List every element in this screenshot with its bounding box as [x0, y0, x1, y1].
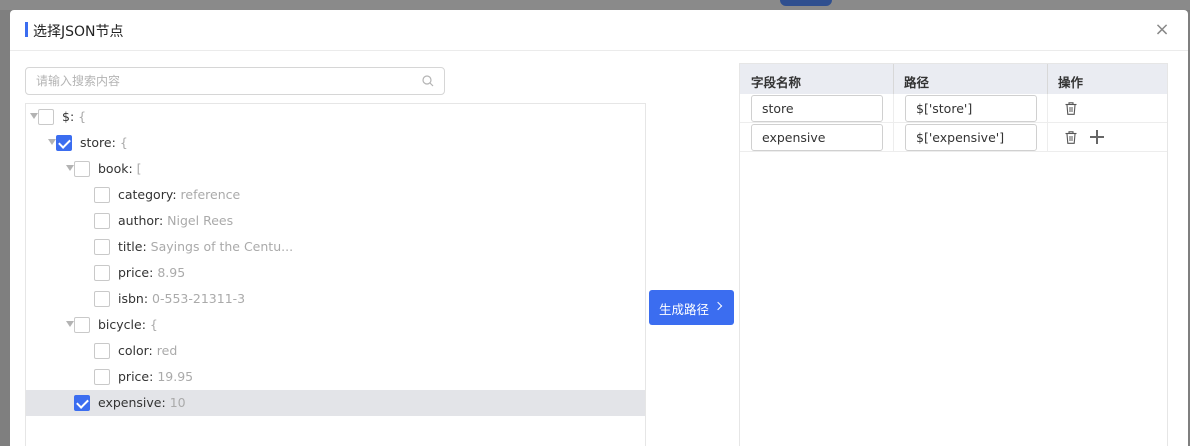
title-accent-bar	[25, 22, 28, 37]
node-label: title: Sayings of the Centu...	[118, 239, 293, 254]
chevron-right-icon	[713, 301, 723, 311]
generate-path-button[interactable]: 生成路径	[649, 290, 734, 325]
header-field-name: 字段名称	[751, 75, 802, 90]
node-label: color: red	[118, 343, 177, 358]
node-label: bicycle: {	[98, 317, 158, 332]
tree-node[interactable]: $: {	[26, 104, 645, 130]
path-input[interactable]	[905, 95, 1037, 122]
node-key: price:	[118, 265, 154, 280]
trash-icon[interactable]	[1065, 102, 1077, 115]
dimmed-backdrop	[0, 0, 1190, 10]
node-key: author:	[118, 213, 164, 228]
node-value: {	[119, 135, 128, 150]
tree-node[interactable]: price: 8.95	[26, 260, 645, 286]
close-icon[interactable]: ×	[1152, 20, 1172, 40]
path-input[interactable]	[905, 124, 1037, 151]
node-label: expensive: 10	[98, 395, 186, 410]
node-key: category:	[118, 187, 177, 202]
node-label: book: [	[98, 161, 142, 176]
header-actions: 操作	[1058, 75, 1084, 90]
tree-node[interactable]: isbn: 0-553-21311-3	[26, 286, 645, 312]
node-value: 8.95	[157, 265, 186, 280]
node-key: $:	[62, 109, 75, 124]
field-name-input[interactable]	[751, 95, 883, 122]
node-checkbox[interactable]	[94, 343, 110, 359]
tree-node[interactable]: author: Nigel Rees	[26, 208, 645, 234]
header-path: 路径	[904, 75, 930, 90]
node-value: {	[149, 317, 158, 332]
header-divider	[1047, 64, 1048, 94]
node-key: expensive:	[98, 395, 166, 410]
node-label: category: reference	[118, 187, 240, 202]
node-checkbox[interactable]	[94, 265, 110, 281]
tree-node[interactable]: expensive: 10	[26, 390, 645, 416]
node-value: 19.95	[157, 369, 194, 384]
table-header: 字段名称 路径 操作	[740, 64, 1167, 94]
node-value: {	[78, 109, 87, 124]
search-icon[interactable]	[422, 75, 434, 87]
node-label: price: 19.95	[118, 369, 193, 384]
table-row	[740, 123, 1167, 152]
tree-node[interactable]: price: 19.95	[26, 364, 645, 390]
plus-icon[interactable]	[1090, 130, 1104, 144]
node-key: isbn:	[118, 291, 149, 306]
search-box	[25, 67, 445, 95]
node-key: price:	[118, 369, 154, 384]
backdrop-tab-highlight	[780, 0, 832, 6]
node-value: red	[156, 343, 178, 358]
node-label: $: {	[62, 109, 86, 124]
tree-node[interactable]: color: red	[26, 338, 645, 364]
node-checkbox[interactable]	[94, 291, 110, 307]
node-label: author: Nigel Rees	[118, 213, 233, 228]
dialog-title: 选择JSON节点	[33, 24, 124, 40]
tree-node[interactable]: title: Sayings of the Centu...	[26, 234, 645, 260]
node-checkbox[interactable]	[94, 239, 110, 255]
caret-down-icon[interactable]	[30, 113, 38, 119]
node-label: price: 8.95	[118, 265, 185, 280]
path-table: 字段名称 路径 操作	[739, 63, 1168, 446]
node-checkbox[interactable]	[94, 213, 110, 229]
node-checkbox[interactable]	[74, 395, 90, 411]
node-value: [	[136, 161, 142, 176]
field-name-input[interactable]	[751, 124, 883, 151]
node-checkbox[interactable]	[74, 317, 90, 333]
search-input[interactable]	[36, 72, 406, 90]
table-row	[740, 94, 1167, 123]
node-value: Nigel Rees	[167, 213, 234, 228]
node-checkbox[interactable]	[94, 187, 110, 203]
dialog-header: 选择JSON节点 ×	[10, 10, 1188, 51]
node-checkbox[interactable]	[94, 369, 110, 385]
column-divider	[1047, 94, 1048, 123]
caret-down-icon[interactable]	[66, 321, 74, 327]
caret-down-icon[interactable]	[48, 139, 56, 145]
node-checkbox[interactable]	[38, 109, 54, 125]
tree-node[interactable]: bicycle: {	[26, 312, 645, 338]
caret-down-icon[interactable]	[66, 165, 74, 171]
json-node-dialog: 选择JSON节点 × $: {store: {book: [category: …	[10, 10, 1188, 446]
tree-node[interactable]: book: [	[26, 156, 645, 182]
json-tree: $: {store: {book: [category: reference au…	[25, 103, 646, 446]
node-value: Sayings of the Centu...	[150, 239, 294, 254]
node-key: book:	[98, 161, 133, 176]
node-key: title:	[118, 239, 147, 254]
tree-node[interactable]: category: reference	[26, 182, 645, 208]
node-label: isbn: 0-553-21311-3	[118, 291, 245, 306]
node-label: store: {	[80, 135, 128, 150]
generate-path-label: 生成路径	[659, 303, 710, 317]
node-value: 10	[169, 395, 186, 410]
node-checkbox[interactable]	[74, 161, 90, 177]
column-divider	[893, 123, 894, 152]
column-divider	[893, 94, 894, 123]
node-checkbox[interactable]	[56, 135, 72, 151]
node-key: bicycle:	[98, 317, 146, 332]
node-value: 0-553-21311-3	[152, 291, 246, 306]
header-divider	[893, 64, 894, 94]
node-key: color:	[118, 343, 153, 358]
tree-node[interactable]: store: {	[26, 130, 645, 156]
node-key: store:	[80, 135, 116, 150]
node-value: reference	[180, 187, 241, 202]
trash-icon[interactable]	[1065, 131, 1077, 144]
column-divider	[1047, 123, 1048, 152]
